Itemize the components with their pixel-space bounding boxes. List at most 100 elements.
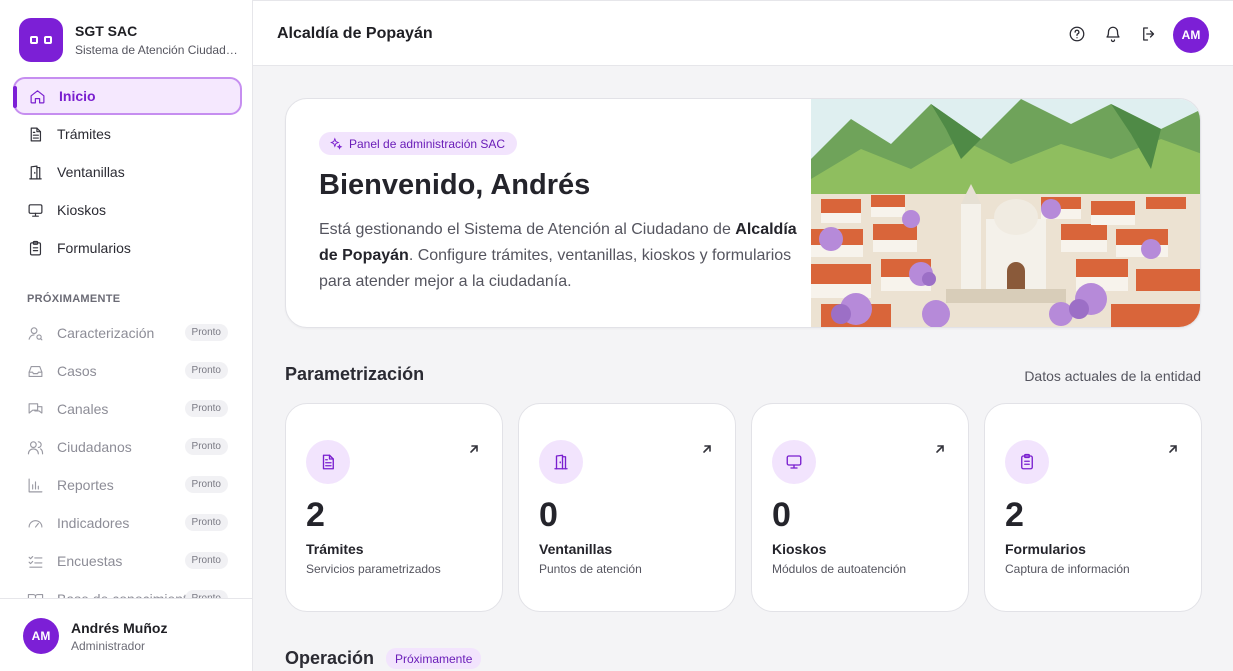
soon-nav: Caracterización Pronto Casos Pronto Cana… (13, 314, 242, 618)
nav-item-tramites[interactable]: Trámites (13, 115, 242, 153)
nav-item-label: Reportes (57, 477, 114, 493)
inbox-icon (28, 365, 43, 377)
soon-badge: Pronto (184, 552, 228, 569)
user-role: Administrador (71, 639, 146, 653)
nav-item-reportes[interactable]: Reportes Pronto (13, 466, 242, 504)
notifications-button[interactable] (1104, 25, 1122, 43)
coming-soon-chip: Próximamente (386, 648, 482, 669)
nav-item-label: Kioskos (57, 202, 107, 218)
users-icon (27, 440, 44, 454)
nav-item-casos[interactable]: Casos Pronto (13, 352, 242, 390)
soon-badge: Pronto (184, 476, 228, 493)
welcome-text-before: Está gestionando el Sistema de Atención … (319, 221, 736, 238)
brand-logo-icon (19, 18, 63, 62)
card-value: 2 (306, 496, 325, 534)
checklist-icon (28, 555, 43, 568)
card-description: Servicios parametrizados (306, 562, 441, 576)
chat-icon (28, 402, 43, 414)
card-description: Puntos de atención (539, 562, 642, 576)
nav-item-encuestas[interactable]: Encuestas Pronto (13, 542, 242, 580)
soon-badge: Pronto (184, 514, 228, 531)
nav-item-inicio[interactable]: Inicio (13, 77, 242, 115)
clipboard-icon (1021, 453, 1033, 470)
soon-badge: Pronto (184, 400, 228, 417)
logout-button[interactable] (1140, 25, 1158, 43)
welcome-text: Está gestionando el Sistema de Atención … (319, 217, 799, 295)
nav-item-label: Canales (57, 401, 109, 417)
section-title-parametrizacion: Parametrización (285, 364, 425, 384)
arrow-up-right-icon (701, 442, 713, 454)
card-label: Trámites (306, 541, 364, 557)
card-description: Módulos de autoatención (772, 562, 907, 576)
admin-panel-chip-label: Panel de administración SAC (349, 136, 506, 151)
page-title: Alcaldía de Popayán (277, 25, 433, 42)
bar-chart-icon (28, 478, 43, 492)
nav-item-label: Casos (57, 363, 97, 379)
section-title-operacion: Operación (285, 648, 375, 668)
bell-icon (1106, 26, 1120, 43)
town-illustration (811, 99, 1200, 327)
help-icon (1069, 26, 1085, 42)
header-avatar[interactable]: AM (1173, 17, 1209, 53)
user-name: Andrés Muñoz (71, 620, 168, 636)
nav-item-label: Caracterización (57, 325, 155, 341)
card-label: Ventanillas (539, 541, 613, 557)
home-icon (30, 89, 45, 103)
card-icon-wrap (772, 440, 816, 484)
soon-badge: Pronto (184, 324, 228, 341)
door-icon (29, 165, 42, 179)
soon-section-title: PRÓXIMAMENTE (27, 293, 121, 305)
monitor-icon (786, 455, 802, 469)
nav-item-label: Ciudadanos (57, 439, 132, 455)
arrow-up-right-icon (1167, 442, 1179, 454)
document-icon (322, 454, 334, 470)
nav-item-kioskos[interactable]: Kioskos (13, 191, 242, 229)
card-description: Captura de información (1005, 562, 1130, 576)
nav-item-ventanillas[interactable]: Ventanillas (13, 153, 242, 191)
user-profile[interactable]: AM Andrés Muñoz Administrador (0, 598, 252, 671)
brand[interactable]: SGT SAC Sistema de Atención Ciudadana (19, 18, 239, 62)
card-value: 0 (772, 496, 791, 534)
card-icon-wrap (539, 440, 583, 484)
door-icon (554, 454, 568, 470)
nav-item-label: Encuestas (57, 553, 123, 569)
user-search-icon (28, 326, 43, 340)
nav-item-formularios[interactable]: Formularios (13, 229, 242, 267)
nav-item-caracterizacion[interactable]: Caracterización Pronto (13, 314, 242, 352)
clipboard-icon (29, 240, 42, 255)
main-nav: Inicio Trámites Ventanillas Kioskos Form… (13, 77, 242, 267)
avatar: AM (23, 618, 59, 654)
help-button[interactable] (1068, 25, 1086, 43)
card-label: Formularios (1005, 541, 1086, 557)
nav-item-indicadores[interactable]: Indicadores Pronto (13, 504, 242, 542)
nav-item-label: Formularios (57, 240, 131, 256)
gauge-icon (28, 519, 43, 528)
logout-icon (1143, 27, 1155, 41)
soon-badge: Pronto (184, 438, 228, 455)
card-ventanillas[interactable]: 0 Ventanillas Puntos de atención (518, 403, 736, 612)
document-icon (30, 127, 42, 141)
monitor-icon (28, 203, 43, 217)
arrow-up-right-icon (468, 442, 480, 454)
card-icon-wrap (306, 440, 350, 484)
welcome-title: Bienvenido, Andrés (319, 169, 591, 201)
sparkles-icon (330, 136, 343, 150)
card-formularios[interactable]: 2 Formularios Captura de información (984, 403, 1202, 612)
brand-name: SGT SAC (75, 23, 138, 39)
nav-item-label: Trámites (57, 126, 111, 142)
arrow-up-right-icon (934, 442, 946, 454)
card-value: 2 (1005, 496, 1024, 534)
top-header: Alcaldía de Popayán AM (253, 0, 1233, 66)
card-icon-wrap (1005, 440, 1049, 484)
sidebar: SGT SAC Sistema de Atención Ciudadana In… (0, 0, 253, 671)
soon-badge: Pronto (184, 362, 228, 379)
nav-item-ciudadanos[interactable]: Ciudadanos Pronto (13, 428, 242, 466)
card-tramites[interactable]: 2 Trámites Servicios parametrizados (285, 403, 503, 612)
section-subtitle: Datos actuales de la entidad (1024, 368, 1201, 384)
card-label: Kioskos (772, 541, 827, 557)
welcome-hero: Panel de administración SAC Bienvenido, … (285, 98, 1201, 328)
nav-item-canales[interactable]: Canales Pronto (13, 390, 242, 428)
card-kioskos[interactable]: 0 Kioskos Módulos de autoatención (751, 403, 969, 612)
card-value: 0 (539, 496, 558, 534)
nav-item-label: Inicio (59, 88, 96, 104)
